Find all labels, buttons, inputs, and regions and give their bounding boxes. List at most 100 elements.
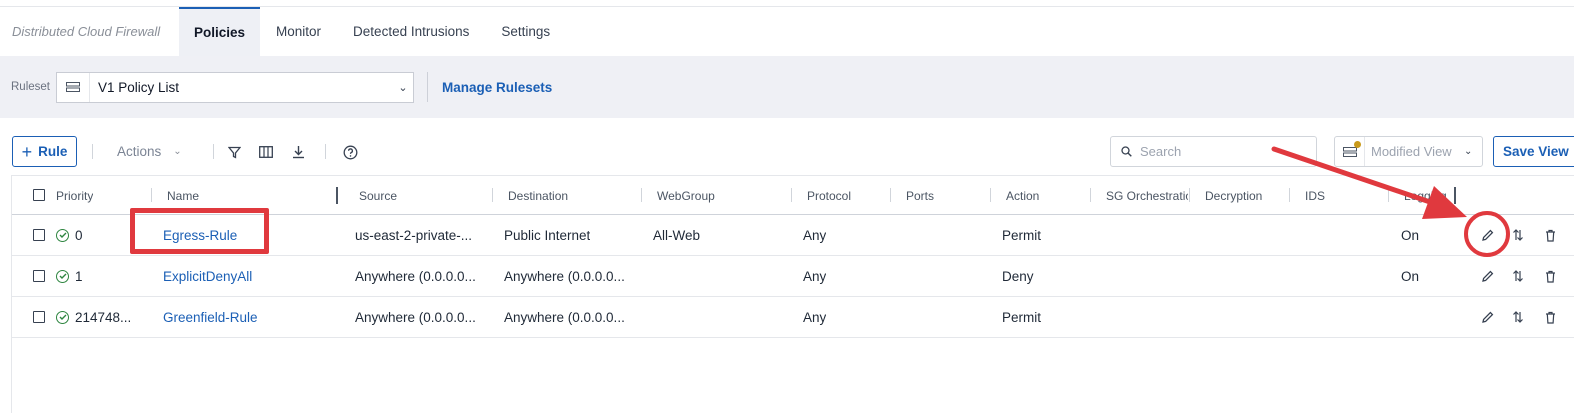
webgroup-cell: All-Web: [653, 227, 701, 243]
rule-name-link[interactable]: Greenfield-Rule: [163, 297, 258, 337]
rule-name-link[interactable]: ExplicitDenyAll: [163, 256, 252, 296]
divider: [427, 72, 428, 102]
source-cell: Anywhere (0.0.0.0...: [355, 268, 476, 284]
table-row[interactable]: 214748... Greenfield-Rule Anywhere (0.0.…: [12, 297, 1574, 338]
chevron-down-icon: ⌄: [1464, 146, 1473, 157]
action-cell: Permit: [1002, 309, 1042, 325]
header-webgroup[interactable]: WebGroup: [657, 176, 715, 215]
manage-rulesets-link[interactable]: Manage Rulesets: [442, 80, 552, 95]
select-all-checkbox[interactable]: [33, 189, 45, 201]
chevron-down-icon: ⌄: [398, 81, 408, 94]
reorder-icon[interactable]: [1510, 309, 1526, 325]
annotation-highlight-box: [130, 208, 269, 254]
column-divider[interactable]: [151, 188, 152, 202]
tab-monitor[interactable]: Monitor: [260, 7, 337, 56]
table-row[interactable]: 1 ExplicitDenyAll Anywhere (0.0.0.0... A…: [12, 256, 1574, 297]
help-icon[interactable]: [340, 142, 360, 162]
actions-label: Actions: [117, 144, 162, 159]
destination-cell: Anywhere (0.0.0.0...: [504, 309, 625, 325]
protocol-cell: Any: [803, 268, 827, 284]
column-divider[interactable]: [890, 188, 891, 202]
priority-cell: 0: [56, 215, 83, 255]
column-divider[interactable]: [336, 187, 338, 204]
row-checkbox[interactable]: [33, 229, 45, 241]
ruleset-select[interactable]: V1 Policy List ⌄: [56, 71, 414, 103]
column-divider[interactable]: [1090, 188, 1091, 202]
list-icon: [57, 72, 90, 102]
protocol-cell: Any: [803, 309, 827, 325]
destination-cell: Anywhere (0.0.0.0...: [504, 268, 625, 284]
priority-value: 214748...: [75, 309, 132, 325]
priority-value: 0: [75, 227, 83, 243]
reorder-icon[interactable]: [1510, 268, 1526, 284]
chevron-down-icon: ⌄: [173, 146, 182, 157]
view-select[interactable]: Modified View ⌄: [1334, 136, 1483, 167]
edit-icon[interactable]: [1479, 268, 1495, 284]
header-decryption[interactable]: Decryption: [1205, 176, 1262, 215]
column-divider[interactable]: [791, 188, 792, 202]
ruleset-label: Ruleset: [11, 81, 50, 93]
delete-icon[interactable]: [1542, 227, 1558, 243]
modified-indicator: [1354, 141, 1361, 148]
header-logging[interactable]: Logging: [1404, 176, 1454, 215]
actions-menu[interactable]: Actions ⌄: [117, 136, 182, 167]
header-destination[interactable]: Destination: [508, 176, 568, 215]
header-ids[interactable]: IDS: [1305, 176, 1325, 215]
column-divider[interactable]: [641, 188, 642, 202]
filter-icon[interactable]: [224, 142, 244, 162]
columns-icon[interactable]: [256, 142, 276, 162]
search-icon: [1121, 146, 1132, 157]
action-cell: Deny: [1002, 268, 1034, 284]
plus-icon: +: [21, 141, 33, 162]
header-action[interactable]: Action: [1006, 176, 1039, 215]
row-checkbox[interactable]: [33, 270, 45, 282]
delete-icon[interactable]: [1542, 309, 1558, 325]
tab-policies[interactable]: Policies: [179, 7, 261, 56]
divider: [92, 144, 93, 159]
destination-cell: Public Internet: [504, 227, 591, 243]
top-nav: Distributed Cloud Firewall Policies Moni…: [0, 6, 1574, 56]
protocol-cell: Any: [803, 227, 827, 243]
add-rule-button[interactable]: + Rule: [12, 136, 77, 167]
header-sg-orchestration[interactable]: SG Orchestration: [1106, 176, 1188, 215]
view-icon: [1335, 137, 1365, 166]
column-divider[interactable]: [1189, 188, 1190, 202]
toolbar: + Rule Actions ⌄ Search Modified View ⌄ …: [12, 136, 1574, 167]
source-cell: Anywhere (0.0.0.0...: [355, 309, 476, 325]
priority-cell: 1: [56, 256, 83, 296]
app-title: Distributed Cloud Firewall: [12, 24, 161, 39]
source-cell: us-east-2-private-...: [355, 227, 473, 243]
status-ok-icon: [56, 228, 69, 242]
ruleset-value: V1 Policy List: [98, 79, 180, 95]
action-cell: Permit: [1002, 227, 1042, 243]
logging-cell: On: [1401, 268, 1420, 284]
priority-value: 1: [75, 268, 83, 284]
view-value: Modified View: [1371, 144, 1452, 159]
column-divider[interactable]: [1454, 187, 1456, 204]
status-ok-icon: [56, 310, 69, 324]
divider: [325, 144, 326, 159]
annotation-highlight-circle: [1464, 211, 1510, 257]
download-icon[interactable]: [288, 142, 308, 162]
divider: [213, 144, 214, 159]
save-view-button[interactable]: Save View: [1493, 136, 1574, 167]
row-checkbox[interactable]: [33, 311, 45, 323]
column-divider[interactable]: [492, 188, 493, 202]
column-divider[interactable]: [990, 188, 991, 202]
column-divider[interactable]: [1388, 188, 1389, 202]
search-input[interactable]: Search: [1110, 136, 1317, 167]
column-divider[interactable]: [1289, 188, 1290, 202]
add-rule-label: Rule: [38, 144, 68, 159]
edit-icon[interactable]: [1479, 309, 1495, 325]
header-source[interactable]: Source: [359, 176, 397, 215]
header-protocol[interactable]: Protocol: [807, 176, 851, 215]
reorder-icon[interactable]: [1510, 227, 1526, 243]
tab-settings[interactable]: Settings: [485, 7, 566, 56]
ruleset-bar: Ruleset V1 Policy List ⌄ Manage Rulesets: [0, 56, 1574, 118]
header-ports[interactable]: Ports: [906, 176, 934, 215]
delete-icon[interactable]: [1542, 268, 1558, 284]
tab-detected-intrusions[interactable]: Detected Intrusions: [337, 7, 485, 56]
header-priority[interactable]: Priority: [56, 176, 93, 215]
priority-cell: 214748...: [56, 297, 131, 337]
logging-cell: On: [1401, 227, 1420, 243]
